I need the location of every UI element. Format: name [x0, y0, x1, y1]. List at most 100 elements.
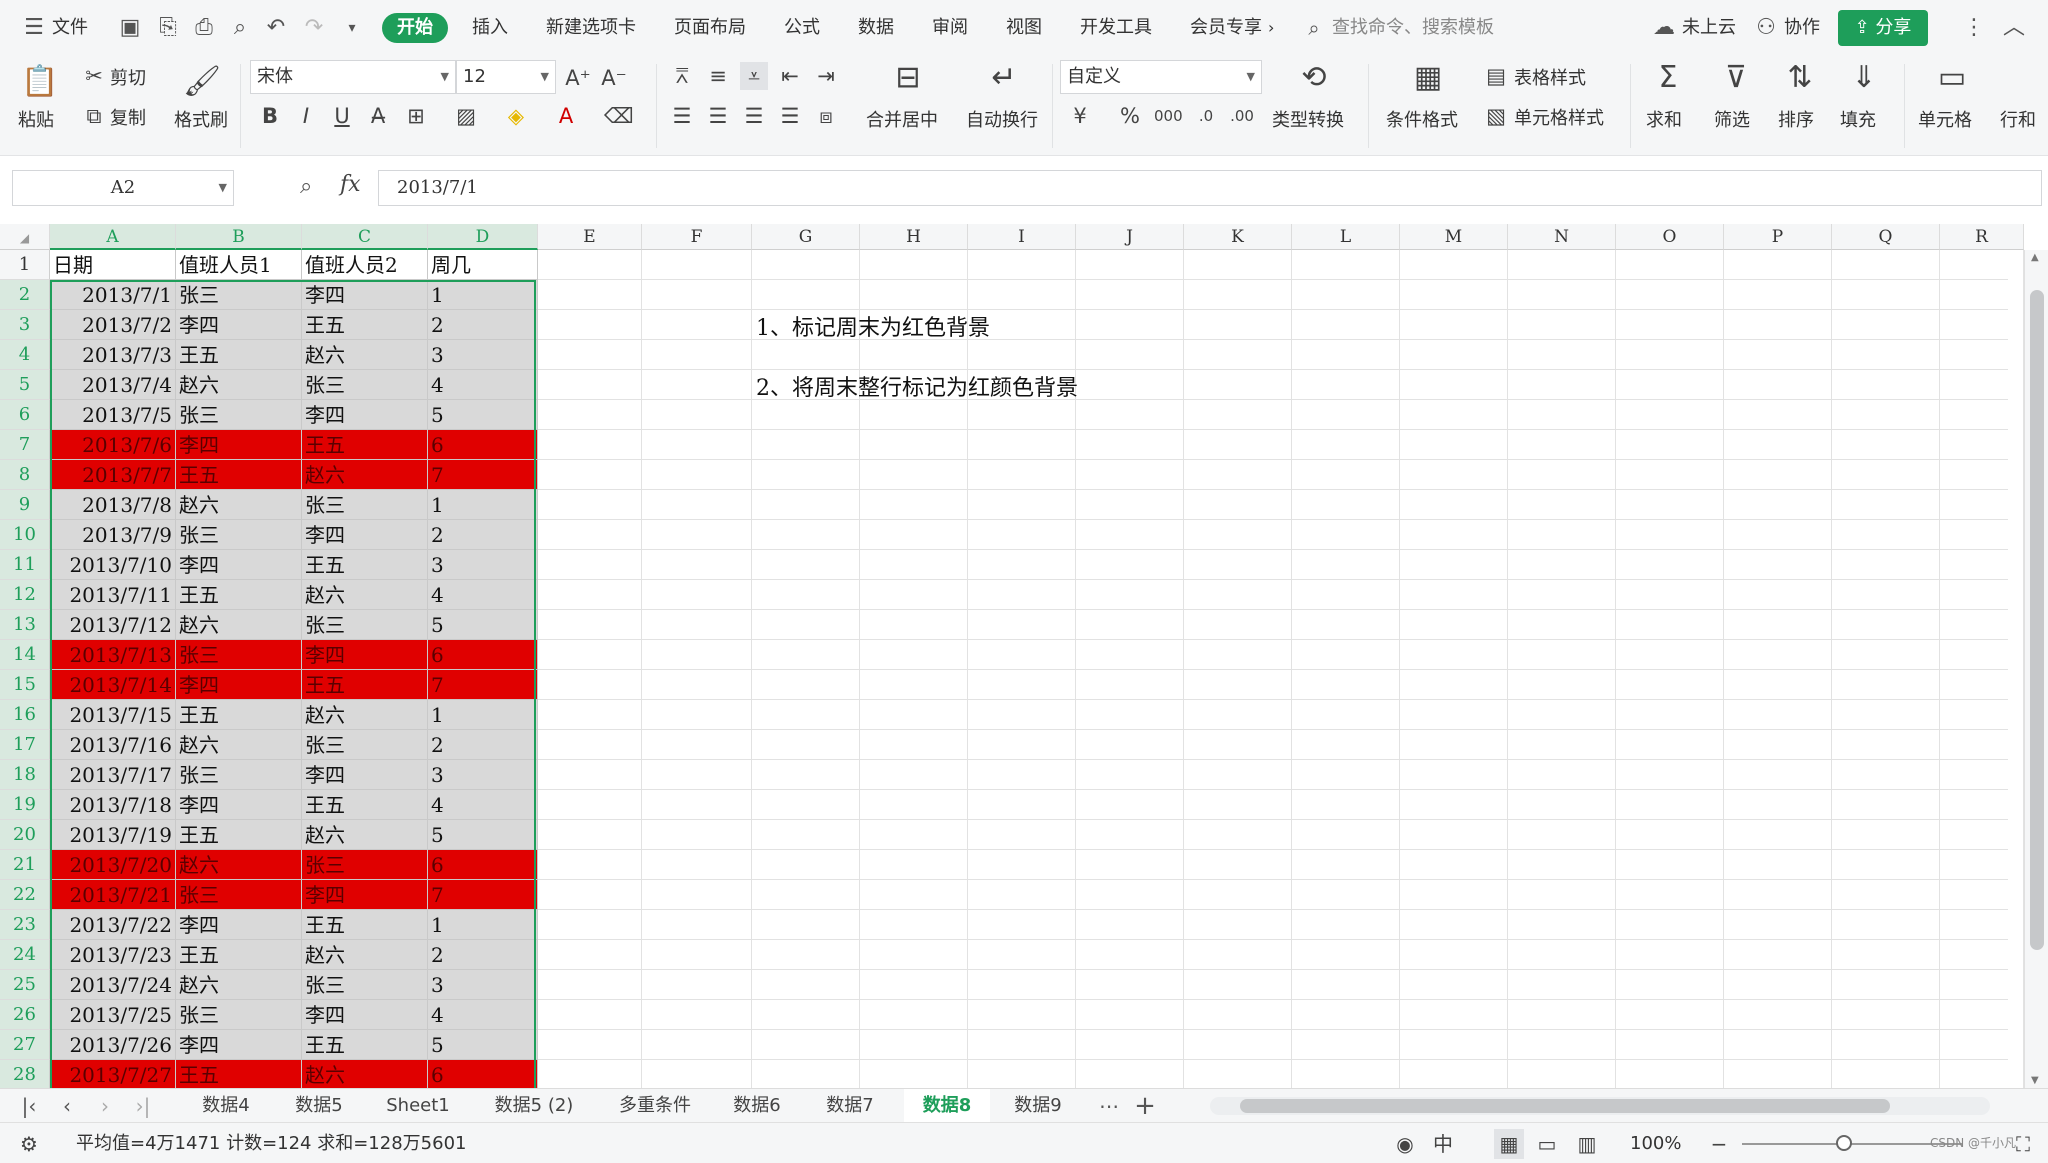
- cell-b19[interactable]: 李四: [176, 790, 302, 820]
- sum-icon[interactable]: Σ: [1648, 58, 1688, 98]
- cell-b12[interactable]: 王五: [176, 580, 302, 610]
- type-convert-button[interactable]: 类型转换: [1272, 106, 1344, 132]
- cell-b4[interactable]: 王五: [176, 340, 302, 370]
- row-header[interactable]: 23: [0, 910, 50, 940]
- cell-a1[interactable]: 日期: [50, 250, 176, 280]
- tab-insert[interactable]: 插入: [472, 0, 508, 56]
- first-sheet-icon[interactable]: |‹: [14, 1089, 44, 1123]
- cell-c7[interactable]: 王五: [302, 430, 428, 460]
- cell-b17[interactable]: 赵六: [176, 730, 302, 760]
- cell-a19[interactable]: 2013/7/18: [50, 790, 176, 820]
- cell-b8[interactable]: 王五: [176, 460, 302, 490]
- tab-new-tab[interactable]: 新建选项卡: [546, 0, 636, 56]
- cell-button[interactable]: 单元格: [1918, 106, 1972, 132]
- cell-c12[interactable]: 赵六: [302, 580, 428, 610]
- sheet-tab[interactable]: 数据8: [904, 1089, 990, 1123]
- font-color-icon[interactable]: A: [552, 102, 580, 130]
- column-header-m[interactable]: M: [1400, 224, 1508, 250]
- cell-d25[interactable]: 3: [428, 970, 538, 1000]
- font-name-select[interactable]: 宋体 ▼: [250, 60, 456, 94]
- cell-a5[interactable]: 2013/7/4: [50, 370, 176, 400]
- column-header-d[interactable]: D: [428, 224, 538, 250]
- row-header[interactable]: 27: [0, 1030, 50, 1060]
- vertical-scrollbar[interactable]: ▲ ▼: [2024, 250, 2048, 1088]
- cell-d8[interactable]: 7: [428, 460, 538, 490]
- cell-c25[interactable]: 张三: [302, 970, 428, 1000]
- collapse-ribbon-icon[interactable]: ︿: [2000, 14, 2028, 42]
- cell-b20[interactable]: 王五: [176, 820, 302, 850]
- cell-b14[interactable]: 张三: [176, 640, 302, 670]
- row-header[interactable]: 9: [0, 490, 50, 520]
- cell-b3[interactable]: 李四: [176, 310, 302, 340]
- cell-d21[interactable]: 6: [428, 850, 538, 880]
- sheet-tab[interactable]: 多重条件: [600, 1089, 710, 1123]
- cell-a11[interactable]: 2013/7/10: [50, 550, 176, 580]
- row-header[interactable]: 24: [0, 940, 50, 970]
- decrease-indent-icon[interactable]: ⇤: [776, 62, 804, 90]
- cell-c19[interactable]: 王五: [302, 790, 428, 820]
- cut-button[interactable]: 剪切: [110, 64, 146, 90]
- auto-wrap-icon[interactable]: ↵: [984, 58, 1024, 98]
- align-bottom-icon[interactable]: ⩡: [740, 62, 768, 90]
- cell-a7[interactable]: 2013/7/6: [50, 430, 176, 460]
- column-header-e[interactable]: E: [538, 224, 642, 250]
- cell-b18[interactable]: 张三: [176, 760, 302, 790]
- tab-view[interactable]: 视图: [1006, 0, 1042, 56]
- increase-font-icon[interactable]: A⁺: [564, 64, 592, 92]
- cell-a6[interactable]: 2013/7/5: [50, 400, 176, 430]
- cell-a17[interactable]: 2013/7/16: [50, 730, 176, 760]
- cell-d20[interactable]: 5: [428, 820, 538, 850]
- cell-d23[interactable]: 1: [428, 910, 538, 940]
- cell-c4[interactable]: 赵六: [302, 340, 428, 370]
- next-sheet-icon[interactable]: ›: [90, 1089, 120, 1123]
- input-method-icon[interactable]: 中: [1428, 1129, 1458, 1159]
- row-header[interactable]: 14: [0, 640, 50, 670]
- more-icon[interactable]: ⋮: [1960, 14, 1988, 42]
- cell-d9[interactable]: 1: [428, 490, 538, 520]
- sort-icon[interactable]: ⇅: [1780, 58, 1820, 98]
- cell-c18[interactable]: 李四: [302, 760, 428, 790]
- cell-b9[interactable]: 赵六: [176, 490, 302, 520]
- cell-d3[interactable]: 2: [428, 310, 538, 340]
- sum-button[interactable]: 求和: [1646, 106, 1682, 132]
- redo-icon[interactable]: ↷: [300, 14, 328, 42]
- cell-b24[interactable]: 王五: [176, 940, 302, 970]
- scroll-up-icon[interactable]: ▲: [2031, 252, 2039, 263]
- cell-a27[interactable]: 2013/7/26: [50, 1030, 176, 1060]
- sheet-tab[interactable]: 数据9: [996, 1089, 1080, 1123]
- number-format-select[interactable]: 自定义 ▼: [1060, 60, 1262, 94]
- cell-c6[interactable]: 李四: [302, 400, 428, 430]
- row-header[interactable]: 21: [0, 850, 50, 880]
- merge-center-icon[interactable]: ⊟: [888, 58, 928, 98]
- cell-b13[interactable]: 赵六: [176, 610, 302, 640]
- column-header-a[interactable]: A: [50, 224, 176, 250]
- print-icon[interactable]: ⎙: [190, 14, 218, 42]
- zoom-search-icon[interactable]: ⌕: [300, 174, 312, 199]
- select-all-corner[interactable]: ◢: [0, 224, 50, 250]
- row-header[interactable]: 25: [0, 970, 50, 1000]
- paste-button[interactable]: 粘贴: [18, 106, 54, 132]
- auto-wrap-button[interactable]: 自动换行: [966, 106, 1038, 132]
- cell-a9[interactable]: 2013/7/8: [50, 490, 176, 520]
- column-header-q[interactable]: Q: [1832, 224, 1940, 250]
- clear-format-icon[interactable]: ⌫: [604, 102, 634, 130]
- cell-style-icon[interactable]: ▧: [1482, 102, 1510, 130]
- tab-review[interactable]: 审阅: [932, 0, 968, 56]
- cell-a24[interactable]: 2013/7/23: [50, 940, 176, 970]
- undo-icon[interactable]: ↶: [262, 14, 290, 42]
- increase-indent-icon[interactable]: ⇥: [812, 62, 840, 90]
- cell-c10[interactable]: 李四: [302, 520, 428, 550]
- zoom-slider[interactable]: [1742, 1143, 1962, 1145]
- sheet-tab[interactable]: 数据7: [810, 1089, 890, 1123]
- cell-a12[interactable]: 2013/7/11: [50, 580, 176, 610]
- cell-c26[interactable]: 李四: [302, 1000, 428, 1030]
- name-box[interactable]: A2 ▼: [12, 170, 234, 206]
- cell-icon[interactable]: ▭: [1932, 58, 1972, 98]
- share-button[interactable]: ⇪ 分享: [1838, 10, 1928, 46]
- cell-b2[interactable]: 张三: [176, 280, 302, 310]
- zoom-slider-thumb[interactable]: [1836, 1135, 1852, 1151]
- cell-a13[interactable]: 2013/7/12: [50, 610, 176, 640]
- fill-color-icon[interactable]: ◈: [502, 102, 530, 130]
- horizontal-scrollbar[interactable]: [1210, 1097, 1990, 1115]
- align-right-icon[interactable]: ☰: [740, 102, 768, 130]
